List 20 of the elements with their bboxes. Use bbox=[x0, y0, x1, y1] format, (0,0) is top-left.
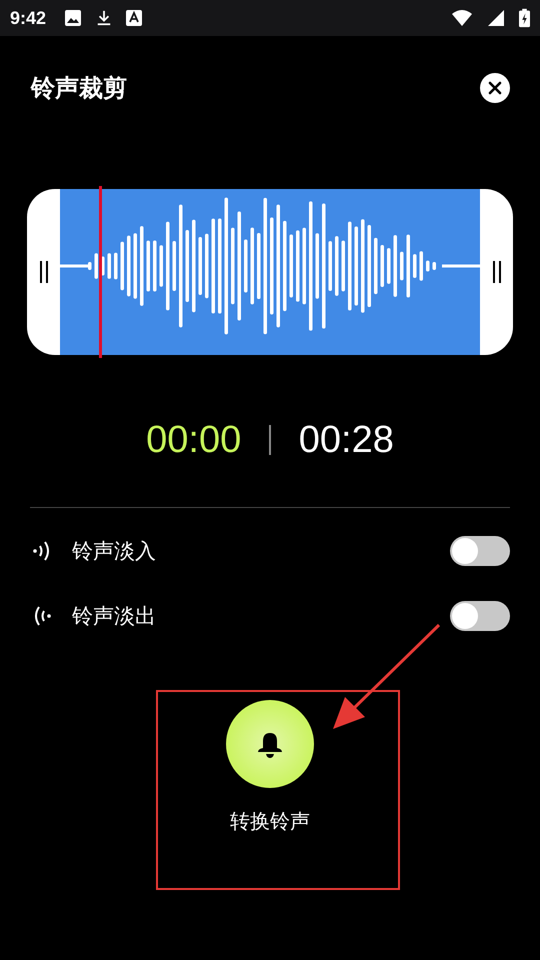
fade-in-icon bbox=[32, 540, 52, 562]
image-icon bbox=[64, 9, 82, 27]
fade-out-icon bbox=[32, 605, 52, 627]
toggle-switch[interactable] bbox=[450, 536, 510, 566]
trim-handle[interactable] bbox=[480, 189, 513, 355]
battery-icon bbox=[519, 8, 530, 28]
wifi-icon bbox=[451, 9, 473, 27]
font-icon bbox=[126, 10, 142, 26]
convert-label[interactable]: 转换铃声 bbox=[230, 808, 310, 835]
signal-icon bbox=[487, 9, 505, 27]
toggle-switch[interactable] bbox=[450, 601, 510, 631]
page-title: 铃声裁剪 bbox=[31, 73, 128, 104]
start-time: 00:00 bbox=[146, 418, 242, 462]
status-time: 9:42 bbox=[10, 8, 46, 28]
trim-handle[interactable] bbox=[27, 189, 60, 355]
fade-label: 铃声淡出 bbox=[72, 603, 156, 630]
download-icon bbox=[96, 9, 112, 27]
close-button[interactable] bbox=[480, 73, 510, 103]
fade-label: 铃声淡入 bbox=[72, 538, 156, 565]
end-time: 00:28 bbox=[298, 418, 394, 462]
